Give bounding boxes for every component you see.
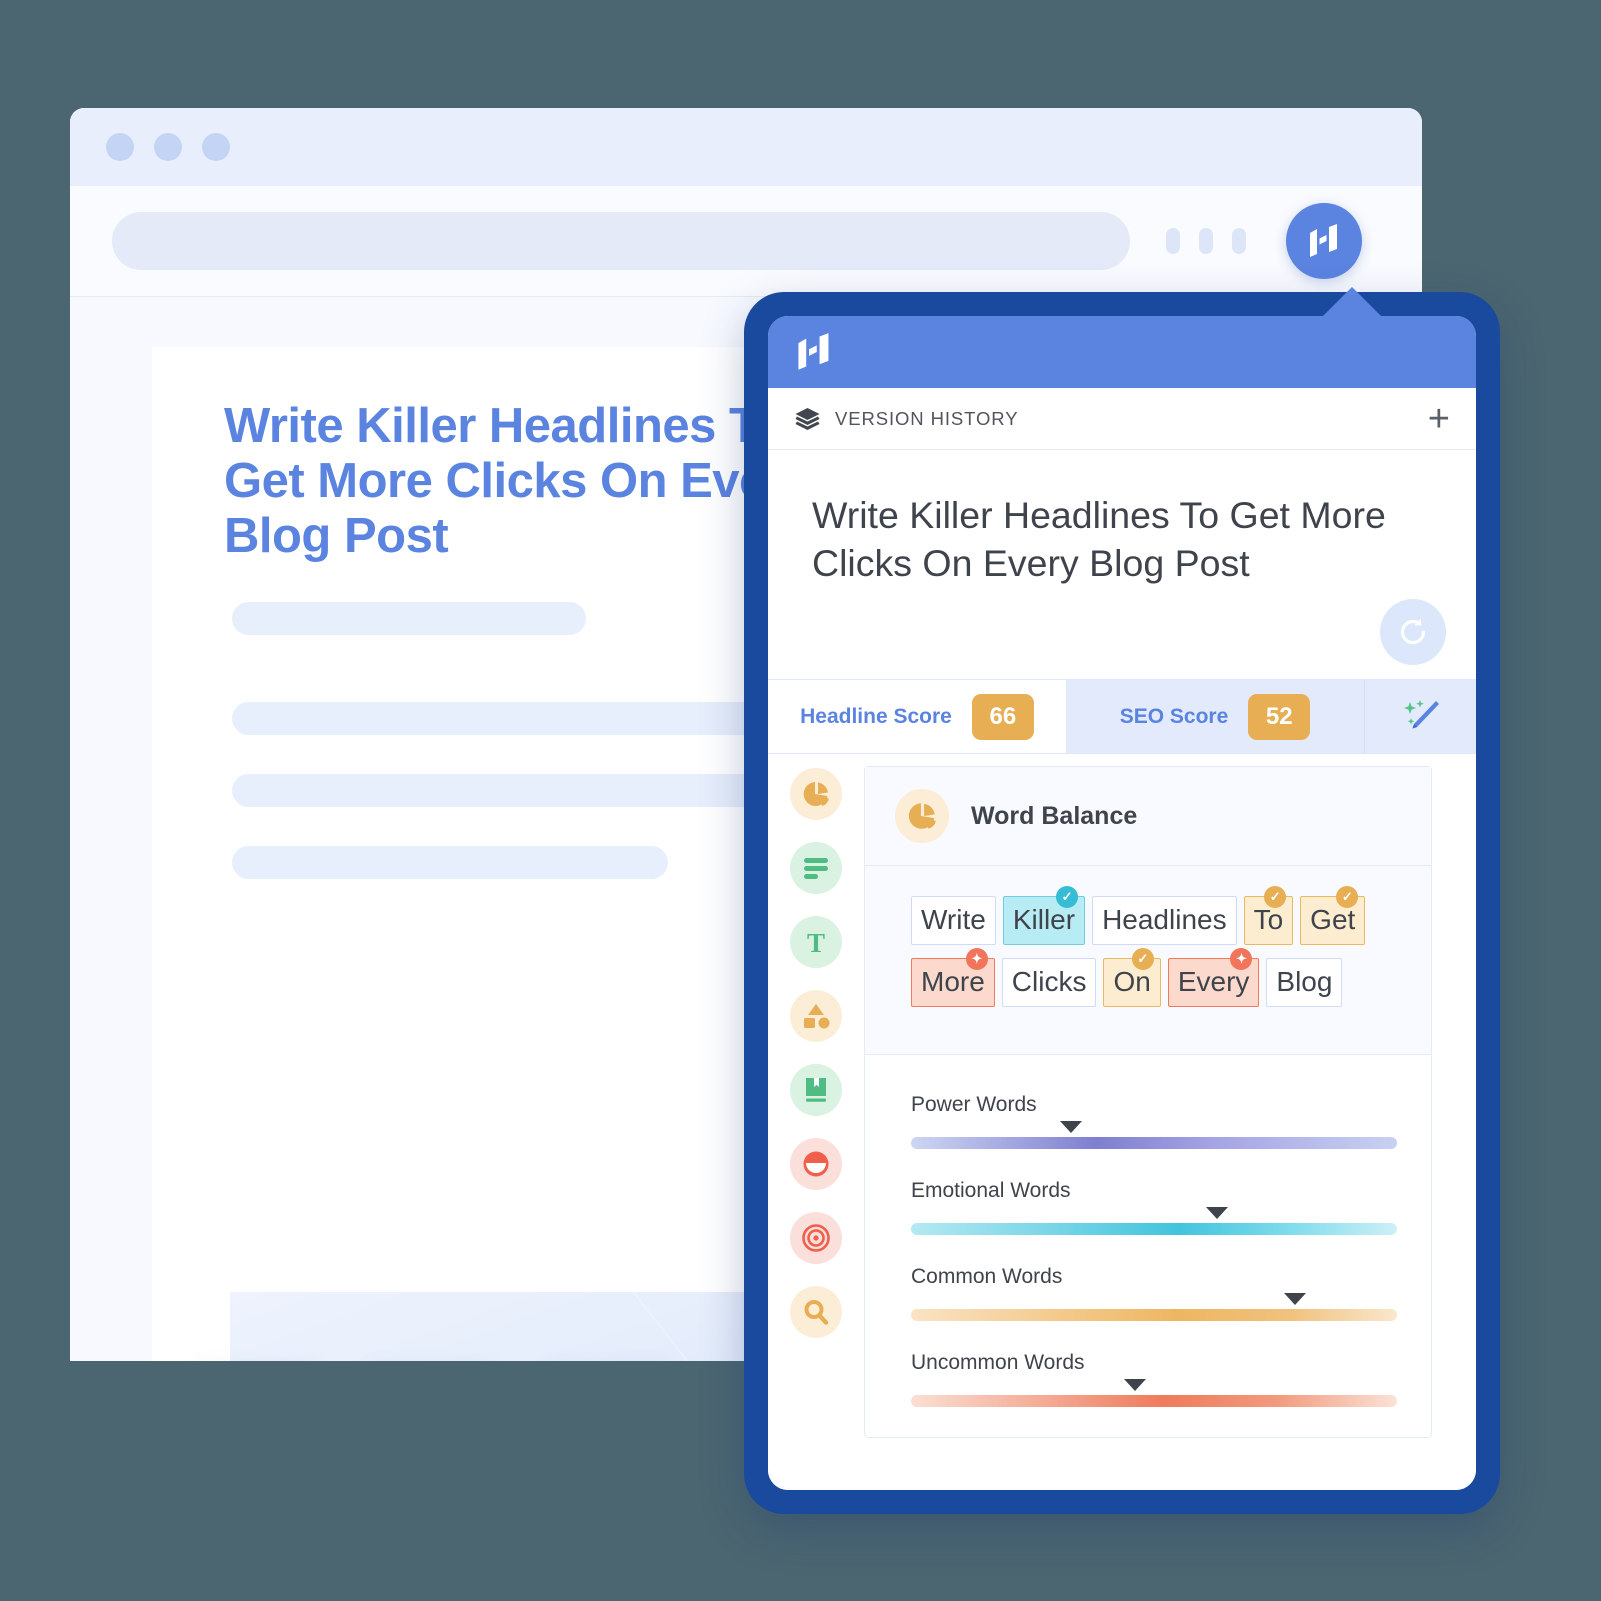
word-chip[interactable]: ✓ To [1243,886,1294,946]
word-chip[interactable]: ✦ Every [1167,948,1260,1008]
word-balance-title: Word Balance [971,801,1138,830]
rail-item-target[interactable] [790,1212,842,1264]
book-icon [806,1078,826,1102]
word-chip[interactable]: Clicks [1001,958,1097,1008]
word-chip[interactable]: ✓ On [1103,948,1161,1008]
headline-editor-area: Write Killer Headlines To Get More Click… [768,450,1476,680]
word-chip-badge: ✓ [1264,886,1287,908]
version-history-label: VERSION HISTORY [835,407,1019,429]
word-chip[interactable]: ✓ Get [1300,886,1366,946]
tab-seo-score-label: SEO Score [1119,704,1229,728]
word-chip-label: Every [1177,966,1250,998]
tab-ai-suggestions[interactable] [1364,680,1476,753]
word-chip-label: Killer [1012,904,1076,935]
word-chip-label: To [1253,904,1284,935]
text-align-icon [804,858,828,879]
word-chip-badge: ✦ [965,948,988,971]
typography-icon: T [807,928,825,956]
panel-body: T Word Balance Write ✓ Killer Headlines … [768,754,1476,1490]
headline-input[interactable]: Write Killer Headlines To Get More Click… [812,492,1428,587]
word-chip[interactable]: ✓ Killer [1002,886,1086,946]
word-chip-row: Write ✓ Killer Headlines ✓ To ✓ Get [911,886,1401,946]
layers-icon [795,407,820,430]
toolbar-icon-2[interactable] [1199,228,1213,254]
word-chip[interactable]: ✦ More [911,948,995,1008]
refresh-headline-button[interactable] [1380,599,1446,665]
word-chip-row: ✦ More Clicks ✓ On ✦ Every Blog [911,948,1401,1008]
pie-chart-icon [895,789,949,843]
pie-chart-icon [803,782,829,806]
word-chip-label: More [921,966,985,998]
slider-uncommon-words: Uncommon Words [911,1351,1397,1408]
url-input[interactable] [112,212,1130,270]
slider-marker[interactable] [1123,1379,1146,1392]
word-balance-card: Word Balance Write ✓ Killer Headlines ✓ [864,766,1432,1439]
headline-studio-extension-button[interactable] [1286,203,1362,279]
toolbar-icon-3[interactable] [1232,228,1246,254]
toolbar-icon-1[interactable] [1166,228,1180,254]
word-chip-label: On [1113,966,1151,998]
slider-marker[interactable] [1060,1121,1083,1134]
tab-headline-score-label: Headline Score [800,704,952,728]
seo-score-badge: 52 [1248,693,1311,740]
window-close-button[interactable] [106,133,134,161]
slider-label: Uncommon Words [911,1351,1085,1375]
word-type-sliders: Power Words Emotional Words Common Words… [865,1055,1431,1437]
slider-emotional-words: Emotional Words [911,1179,1397,1236]
svg-text:T: T [807,928,825,956]
slider-track[interactable] [911,1223,1397,1236]
browser-titlebar [70,108,1422,186]
screenshot-stage: Write Killer Headlines To Get More Click… [0,0,1601,1601]
toolbar-extension-icons [1166,228,1246,254]
word-chip-badge: ✓ [1131,948,1154,971]
rail-item-sentiment[interactable] [790,1138,842,1190]
word-chip[interactable]: Headlines [1092,896,1237,946]
slider-label: Emotional Words [911,1179,1071,1203]
version-history-bar[interactable]: VERSION HISTORY + [768,388,1476,450]
slider-track[interactable] [911,1137,1397,1150]
rail-item-book[interactable] [790,1064,842,1116]
headline-studio-panel: VERSION HISTORY + Write Killer Headlines… [768,316,1476,1490]
score-tabs: Headline Score 66 SEO Score 52 [768,680,1476,754]
search-icon [804,1300,829,1325]
slider-marker[interactable] [1283,1293,1306,1306]
rail-item-text-align[interactable] [790,842,842,894]
headline-score-badge: 66 [971,693,1034,740]
target-icon [802,1224,830,1252]
panel-header [768,316,1476,388]
slider-label: Common Words [911,1265,1063,1289]
rail-item-search[interactable] [790,1286,842,1338]
slider-common-words: Common Words [911,1265,1397,1322]
browser-toolbar [70,186,1422,296]
word-chip[interactable]: Write [911,896,996,946]
analysis-rail: T [768,754,864,1490]
slider-track[interactable] [911,1309,1397,1322]
rail-item-pie-chart[interactable] [790,768,842,820]
pie-chart-glyph [908,803,936,829]
headline-studio-logo-icon [1310,224,1337,257]
rail-item-typography[interactable]: T [790,916,842,968]
window-minimize-button[interactable] [154,133,182,161]
word-balance-header: Word Balance [865,767,1431,866]
rail-item-shapes[interactable] [790,990,842,1042]
word-chip[interactable]: Blog [1266,958,1343,1008]
slider-label: Power Words [911,1093,1037,1117]
tab-headline-score[interactable]: Headline Score 66 [768,680,1066,753]
slider-power-words: Power Words [911,1093,1397,1150]
shapes-icon [804,1004,830,1029]
refresh-icon [1400,618,1426,645]
slider-marker[interactable] [1206,1207,1229,1220]
window-maximize-button[interactable] [202,133,230,161]
sentiment-icon [803,1151,829,1177]
word-chips-area: Write ✓ Killer Headlines ✓ To ✓ Get ✦ Mo… [865,866,1431,1056]
add-version-button[interactable]: + [1428,400,1450,438]
analysis-content: Word Balance Write ✓ Killer Headlines ✓ [864,754,1476,1490]
slider-track[interactable] [911,1395,1397,1408]
tab-seo-score[interactable]: SEO Score 52 [1066,680,1364,753]
headline-studio-logo-icon [798,333,829,370]
word-chip-label: Get [1310,904,1356,935]
word-chip-badge: ✓ [1056,886,1079,908]
magic-pencil-icon [1403,699,1439,728]
